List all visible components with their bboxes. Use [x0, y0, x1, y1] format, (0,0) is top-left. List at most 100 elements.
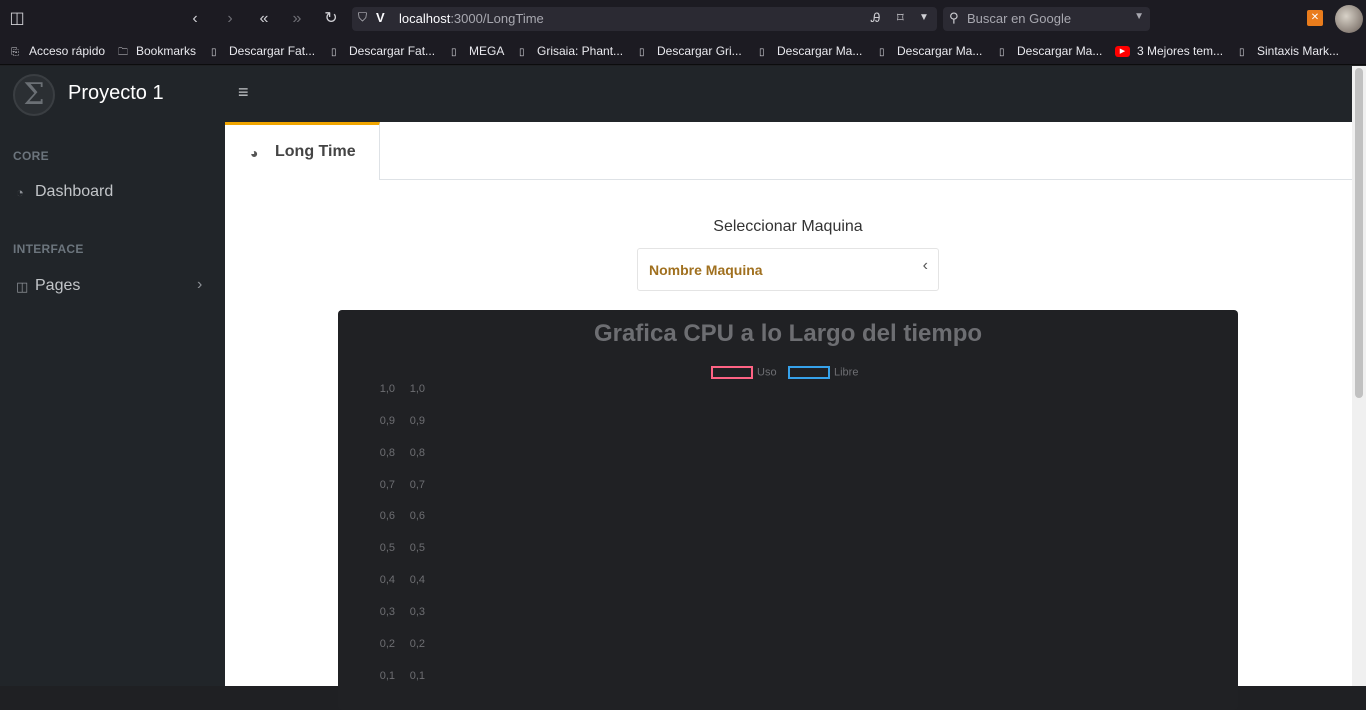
site-identity-icon[interactable]: V	[376, 10, 385, 25]
page-icon: ▯	[1239, 47, 1245, 58]
sidebar-toggle-icon[interactable]: ◫	[7, 9, 27, 29]
chrome-icon: ◕	[250, 145, 259, 161]
dashboard-icon: ◔	[16, 185, 24, 200]
bookmark-item[interactable]: ▯ Descargar Ma...	[759, 44, 862, 58]
tab-label: Long Time	[275, 143, 356, 160]
search-bar[interactable]: ⚲ Buscar en Google ▼	[943, 7, 1150, 31]
shield-icon[interactable]: ⛉	[358, 10, 367, 25]
y-tick-label: 0,1	[379, 669, 395, 682]
chevron-down-icon[interactable]: ▼	[1134, 11, 1144, 22]
browser-toolbar: ◫ ‹ › « » ↻ ⛉ V localhost:3000/LongTime …	[0, 0, 1366, 38]
y-tick-label: 1,0	[379, 383, 395, 395]
sidebar-item-pages[interactable]: ◫ Pages ›	[0, 273, 225, 303]
fast-forward-icon[interactable]: »	[287, 9, 307, 29]
forward-icon[interactable]: ›	[220, 9, 240, 29]
y-tick-label: 0,8	[379, 446, 395, 459]
page-icon: ▯	[451, 47, 457, 58]
y-tick-label: 0,2	[409, 637, 425, 650]
chart-title: Grafica CPU a lo Largo del tiempo	[593, 320, 983, 347]
y-tick-label: 0,6	[409, 510, 425, 523]
y-tick-label: 0,5	[379, 542, 395, 555]
hamburger-menu-icon[interactable]: ≡	[238, 82, 249, 103]
legend-swatch-uso	[711, 366, 753, 379]
y-tick-label: 1,0	[409, 383, 425, 395]
app: Σ Proyecto 1 CORE ◔ Dashboard INTERFACE …	[0, 66, 1352, 710]
page-icon: ▯	[879, 47, 885, 58]
bookmark-item[interactable]: ⎘ Acceso rápido	[11, 44, 105, 58]
scroll-thumb[interactable]	[1355, 68, 1363, 398]
rewind-icon[interactable]: «	[254, 9, 274, 29]
y-tick-label: 0,9	[409, 414, 425, 427]
legend-swatch-libre	[788, 366, 830, 379]
brand[interactable]: Σ Proyecto 1	[0, 66, 225, 122]
bookmark-item[interactable]: ▯ Descargar Gri...	[639, 44, 742, 58]
y-tick-label: 0,3	[409, 605, 425, 618]
url-bar[interactable]: ⛉ V localhost:3000/LongTime Ꭿ ⌑ ▼	[352, 7, 937, 31]
bookmark-item[interactable]: ▯ MEGA	[451, 44, 504, 58]
reload-icon[interactable]: ↻	[321, 9, 341, 29]
y-tick-label: 0,9	[379, 414, 395, 427]
search-placeholder: Buscar en Google	[967, 11, 1072, 26]
sidebar: Σ Proyecto 1 CORE ◔ Dashboard INTERFACE …	[0, 66, 225, 686]
y-tick-label: 0,7	[409, 478, 425, 491]
legend-item-uso[interactable]: Uso	[711, 366, 777, 379]
y-tick-label: 0,3	[379, 605, 395, 618]
url-path: :3000/LongTime	[450, 11, 544, 26]
y-tick-label: 0,4	[379, 574, 395, 587]
page-icon: ▯	[331, 47, 337, 58]
sidebar-item-dashboard[interactable]: ◔ Dashboard	[0, 179, 225, 209]
bookmark-item[interactable]: ▯ Descargar Fat...	[331, 44, 435, 58]
brand-name: Proyecto 1	[68, 82, 164, 104]
bookmarks-bar: ⎘ Acceso rápido 🗀 Bookmarks ▯ Descargar Fat…	[0, 38, 1366, 65]
columns-icon: ◫	[16, 279, 29, 294]
tab-bar: ◕ Long Time	[225, 122, 1352, 180]
select-value: Nombre Maquina	[649, 262, 763, 278]
bookmark-item[interactable]: 🗀 Bookmarks	[118, 44, 196, 62]
search-icon: ⚲	[949, 10, 959, 25]
select-title: Seleccionar Maquina	[713, 218, 863, 235]
y-tick-label: 0,1	[409, 669, 425, 682]
y-tick-label: 0,6	[379, 510, 395, 523]
url-text[interactable]: localhost:3000/LongTime	[399, 11, 544, 26]
menu-heading-interface: INTERFACE	[13, 242, 84, 256]
bookmark-item[interactable]: ▯ Descargar Ma...	[879, 44, 982, 58]
page-icon: ▯	[999, 47, 1005, 58]
import-icon: ⎘	[11, 47, 19, 58]
top-navbar: ≡	[225, 66, 1352, 122]
y-tick-label: 0,7	[379, 478, 395, 491]
main-content: ◕ Long Time Seleccionar Maquina Nombre M…	[225, 122, 1352, 710]
y-tick-label: 0,4	[409, 574, 425, 587]
url-host: localhost	[399, 11, 451, 26]
menu-heading-core: CORE	[13, 149, 49, 163]
extension-icon[interactable]: ✕	[1307, 10, 1323, 26]
y-tick-label: 0,2	[379, 637, 395, 650]
sidebar-item-label: Dashboard	[35, 183, 114, 200]
y-tick-label: 0,8	[409, 446, 425, 459]
avatar[interactable]	[1335, 5, 1363, 33]
scrollbar[interactable]	[1352, 66, 1366, 686]
bookmark-item[interactable]: ▯ Grisaia: Phant...	[519, 44, 623, 58]
youtube-icon: ▶	[1115, 46, 1130, 58]
page-icon: ▯	[211, 47, 217, 58]
bookmark-item[interactable]: ▶ 3 Mejores tem...	[1115, 44, 1223, 58]
dropdown-icon[interactable]: ▼	[919, 12, 929, 23]
chevron-right-icon: ›	[197, 276, 203, 293]
bookmark-item[interactable]: ▯ Sintaxis Mark...	[1239, 44, 1339, 58]
page-icon: ▯	[759, 47, 765, 58]
sidebar-item-label: Pages	[35, 277, 81, 294]
bookmark-icon[interactable]: ⌑	[897, 10, 904, 26]
back-icon[interactable]: ‹	[185, 9, 205, 29]
page-icon: ▯	[519, 47, 525, 58]
cpu-chart: Grafica CPU a lo Largo del tiempo Uso Li…	[338, 310, 1238, 710]
bookmark-item[interactable]: ▯ Descargar Ma...	[999, 44, 1102, 58]
y-tick-label: 0,5	[409, 542, 425, 555]
legend-item-libre[interactable]: Libre	[788, 366, 858, 379]
tab-long-time[interactable]: ◕ Long Time	[225, 122, 380, 180]
bookmark-item[interactable]: ▯ Descargar Fat...	[211, 44, 315, 58]
page-icon: ▯	[639, 47, 645, 58]
sigma-logo-icon: Σ	[13, 74, 55, 116]
translate-icon[interactable]: Ꭿ	[871, 10, 880, 26]
chevron-left-icon: ‹	[922, 257, 928, 274]
machine-select[interactable]: Nombre Maquina ‹	[637, 248, 939, 291]
folder-icon: 🗀	[118, 47, 128, 58]
